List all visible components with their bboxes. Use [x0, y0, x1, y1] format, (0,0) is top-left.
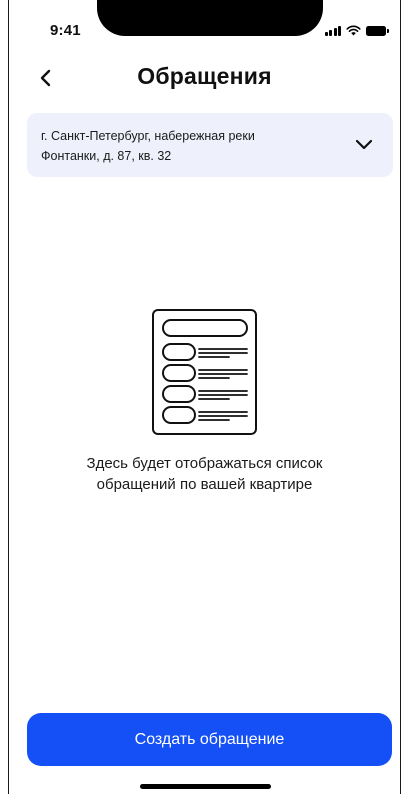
status-icons — [324, 25, 389, 36]
cellular-signal-icon — [324, 26, 341, 36]
empty-state-line-2: обращений по вашей квартире — [96, 476, 313, 493]
home-indicator — [140, 784, 271, 789]
address-selector[interactable]: г. Санкт-Петербург, набережная реки Фонт… — [27, 113, 393, 177]
address-text: г. Санкт-Петербург, набережная реки Фонт… — [41, 126, 331, 166]
empty-state: Здесь будет отображаться список обращени… — [9, 308, 400, 495]
empty-state-line-1: Здесь будет отображаться список — [86, 455, 323, 472]
page-title: Обращения — [137, 63, 272, 89]
document-list-icon — [151, 309, 257, 435]
address-line-2: Фонтанки, д. 87, кв. 32 — [41, 149, 172, 163]
battery-icon — [366, 26, 389, 36]
address-line-1: г. Санкт-Петербург, набережная реки — [41, 129, 255, 143]
status-time: 9:41 — [50, 22, 81, 39]
chevron-down-icon — [355, 139, 373, 150]
phone-screen: 9:41 Обращения г. Санкт-Петербург, набер… — [8, 0, 401, 794]
create-request-button[interactable]: Создать обращение — [27, 713, 392, 766]
wifi-icon — [346, 25, 361, 36]
empty-state-message: Здесь будет отображаться список обращени… — [45, 453, 365, 495]
device-notch — [97, 0, 323, 36]
